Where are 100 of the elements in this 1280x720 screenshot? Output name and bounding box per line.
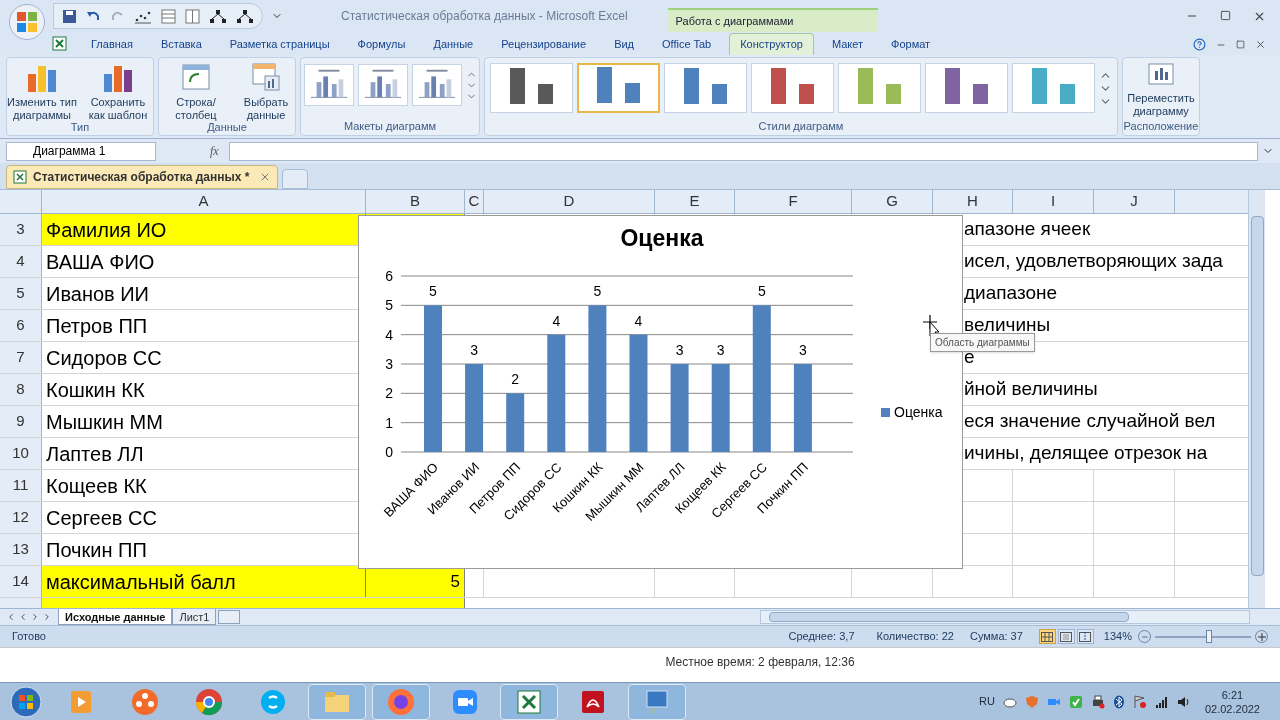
ribbon-tab[interactable]: Разметка страницы <box>219 33 340 55</box>
scrollbar-thumb[interactable] <box>769 612 1129 622</box>
next-sheet-icon[interactable] <box>30 612 40 622</box>
view-button[interactable] <box>1076 629 1094 644</box>
save-icon[interactable] <box>62 8 77 24</box>
close-icon[interactable] <box>1255 39 1266 50</box>
status-count: Количество: 22 <box>876 629 954 645</box>
ribbon-tab[interactable]: Главная <box>81 33 143 55</box>
row-header[interactable]: 9 <box>0 406 42 437</box>
printer-icon[interactable] <box>1090 694 1105 709</box>
flag-icon[interactable] <box>1132 694 1147 709</box>
horizontal-scrollbar[interactable] <box>760 610 1250 624</box>
column-header[interactable]: H <box>933 190 1013 213</box>
ribbon-tab[interactable]: Макет <box>821 33 874 55</box>
zoom-slider-thumb[interactable] <box>1205 630 1212 643</box>
chart-style-thumbnail[interactable] <box>577 63 660 113</box>
ribbon-button[interactable]: Изменить тип диаграммы <box>6 62 78 122</box>
column-header[interactable]: E <box>655 190 735 213</box>
contextual-tab-group: Работа с диаграммами <box>667 8 878 32</box>
fx-label[interactable]: fx <box>210 142 219 160</box>
ribbon-tab[interactable]: Office Tab <box>652 33 722 55</box>
hierarchy-icon[interactable] <box>236 8 254 24</box>
chart-layout-thumbnail[interactable] <box>411 64 462 106</box>
name-box[interactable]: Диаграмма 1 <box>6 141 156 161</box>
cell-text: ичины, делящее отрезок на <box>964 441 1208 466</box>
ribbon-button[interactable]: Строка/столбец <box>159 62 233 122</box>
vertical-scrollbar[interactable] <box>1248 190 1265 608</box>
ribbon-tab[interactable]: Вид <box>604 33 645 55</box>
data-label: 2 <box>511 371 520 388</box>
row-header[interactable]: 14 <box>0 566 42 597</box>
view-button[interactable] <box>1038 629 1056 644</box>
chart-style-thumbnail[interactable] <box>838 63 921 113</box>
sheet-tab[interactable]: Лист1 <box>172 609 217 625</box>
help-icon[interactable] <box>1193 38 1206 51</box>
table-cell: Фамилия ИО <box>42 214 366 245</box>
document-tab[interactable]: Статистическая обработка данных * <box>6 165 279 189</box>
ribbon-tab[interactable]: Формат <box>881 33 941 55</box>
view-button[interactable] <box>1057 629 1075 644</box>
row-header[interactable]: 10 <box>0 438 42 469</box>
zoom-level[interactable]: 134% <box>1103 628 1132 645</box>
row-header[interactable]: 8 <box>0 374 42 405</box>
row-header[interactable]: 7 <box>0 342 42 373</box>
column-header[interactable]: D <box>484 190 655 213</box>
scrollbar-thumb[interactable] <box>1250 216 1264 576</box>
previous-sheet-icon[interactable] <box>18 612 28 622</box>
ribbon-tab[interactable]: Вставка <box>150 33 212 55</box>
language-indicator[interactable]: RU <box>979 693 995 710</box>
row-header[interactable]: 11 <box>0 470 42 501</box>
chart-style-thumbnail[interactable] <box>751 63 834 113</box>
first-sheet-icon[interactable] <box>6 612 16 622</box>
network-icon[interactable] <box>628 683 686 720</box>
signal-icon[interactable] <box>1154 694 1169 709</box>
column-header[interactable]: B <box>366 190 465 213</box>
zoom-in-button[interactable] <box>1255 630 1268 643</box>
column-header[interactable]: J <box>1094 190 1175 213</box>
row-header[interactable]: 5 <box>0 278 42 309</box>
table-icon[interactable] <box>161 8 176 24</box>
maximize-icon[interactable] <box>1220 9 1231 21</box>
column-header[interactable]: C <box>465 190 484 213</box>
data-label: 3 <box>799 342 807 358</box>
columns-icon[interactable] <box>185 8 200 24</box>
ribbon-button[interactable]: Сохранить как шаблон <box>82 62 154 122</box>
ribbon-tab[interactable]: Данные <box>423 33 484 55</box>
speaker-icon[interactable] <box>1176 694 1191 709</box>
ribbon-button[interactable]: Переместить диаграмму <box>1125 62 1197 118</box>
office-button[interactable] <box>9 4 45 40</box>
column-header[interactable]: I <box>1013 190 1094 213</box>
zoom-slider[interactable] <box>1155 630 1251 643</box>
globe-icon[interactable] <box>372 683 430 720</box>
chart-style-thumbnail[interactable] <box>664 63 747 113</box>
insert-sheet-button[interactable] <box>218 610 241 624</box>
row-header[interactable]: 6 <box>0 310 42 341</box>
spreadsheet-icon[interactable] <box>52 36 67 51</box>
move-chart-icon <box>1147 62 1175 88</box>
formula-field[interactable] <box>228 141 1258 161</box>
ribbon-tab[interactable]: Конструктор <box>729 33 814 55</box>
clock[interactable]: 6:21 02.02.2022 <box>1204 687 1260 716</box>
last-sheet-icon[interactable] <box>42 612 52 622</box>
check-icon[interactable] <box>1068 694 1083 709</box>
ribbon-button[interactable]: Выбрать данные <box>237 62 295 122</box>
chart-layout-thumbnail[interactable] <box>303 64 354 106</box>
chart-layout-thumbnail[interactable] <box>357 64 408 106</box>
row-header[interactable]: 13 <box>0 534 42 565</box>
ribbon-tab[interactable]: Рецензирование <box>491 33 597 55</box>
row-header[interactable]: 12 <box>0 502 42 533</box>
chart-style-thumbnail[interactable] <box>1012 63 1095 113</box>
bluetooth-icon[interactable] <box>1112 694 1125 709</box>
hierarchy-icon[interactable] <box>209 8 227 24</box>
row-header[interactable]: 4 <box>0 246 42 277</box>
status-sum: Сумма: 37 <box>969 629 1023 645</box>
ribbon-tab[interactable]: Формулы <box>347 33 416 55</box>
column-header[interactable]: F <box>735 190 852 213</box>
column-header[interactable]: A <box>42 190 366 213</box>
column-header[interactable]: G <box>852 190 933 213</box>
row-header[interactable]: 3 <box>0 214 42 245</box>
restore-icon[interactable] <box>1236 40 1245 49</box>
chart-style-thumbnail[interactable] <box>490 63 573 113</box>
chart-style-thumbnail[interactable] <box>925 63 1008 113</box>
sheet-tab[interactable]: Исходные данные <box>58 609 173 625</box>
spreadsheet-icon <box>13 170 27 184</box>
